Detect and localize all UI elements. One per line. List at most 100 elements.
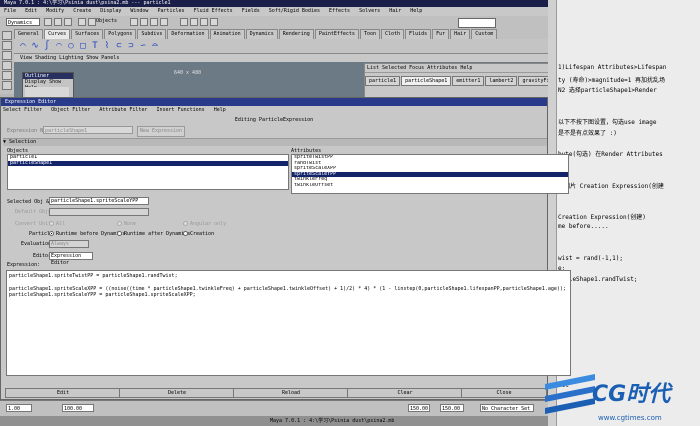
command-input[interactable] <box>458 18 496 28</box>
evaluation-select[interactable]: Always <box>49 240 89 248</box>
notepad-text[interactable]: 1)Lifespan Attributes>Lifespan ty (寿命)>ma… <box>556 64 700 394</box>
convert-none-radio[interactable] <box>117 221 122 226</box>
scale-tool-icon[interactable] <box>2 71 12 80</box>
runtime-before-radio[interactable] <box>49 231 54 236</box>
detach-curve-icon[interactable]: ⊃ <box>126 41 136 51</box>
shelf-tab-hair[interactable]: Hair <box>450 29 471 39</box>
shelf-tab-surfaces[interactable]: Surfaces <box>71 29 104 39</box>
square-curve-icon[interactable]: □ <box>78 41 88 51</box>
expression-text-area[interactable]: particleShape1.spriteTwistPP = particleS… <box>6 270 571 376</box>
selected-attr-field[interactable]: particleShape1.spriteScaleYPP <box>49 197 149 205</box>
menu-file[interactable]: File <box>4 8 16 14</box>
rebuild-curve-icon[interactable]: ⌇ <box>102 41 112 51</box>
ep-curve-icon[interactable]: ∿ <box>30 41 40 51</box>
save-scene-icon[interactable] <box>64 18 72 26</box>
select-mask-icon[interactable] <box>88 18 96 26</box>
animation-end-field[interactable]: 150.00 <box>440 404 464 412</box>
menu-help[interactable]: Help <box>410 8 422 14</box>
menu-fields[interactable]: Fields <box>242 8 260 14</box>
editor-select[interactable]: Expression Editor <box>49 252 93 266</box>
select-tool-icon[interactable] <box>2 31 12 40</box>
shelf-tab-fluids[interactable]: Fluids <box>405 29 432 39</box>
fillet-curve-icon[interactable]: ⌓ <box>150 41 160 51</box>
menu-solvers[interactable]: Solvers <box>359 8 380 14</box>
runtime-after-radio[interactable] <box>117 231 122 236</box>
snap-grid-icon[interactable] <box>130 18 138 26</box>
history-icon[interactable] <box>180 18 188 26</box>
ipr-render-icon[interactable] <box>200 18 208 26</box>
menu-set-select[interactable]: Dynamics <box>6 18 40 26</box>
menu-soft-rigid[interactable]: Soft/Rigid Bodies <box>269 8 320 14</box>
ae-tab-particle1[interactable]: particle1 <box>365 76 401 86</box>
panel-menu[interactable]: View Shading Lighting Show Panels <box>14 54 548 62</box>
ae-tab-particleshape1[interactable]: particleShape1 <box>401 76 452 86</box>
open-scene-icon[interactable] <box>54 18 62 26</box>
shelf-tab-general[interactable]: General <box>14 29 44 39</box>
menu-create[interactable]: Create <box>73 8 91 14</box>
shelf-tab-fur[interactable]: Fur <box>432 29 450 39</box>
reload-button[interactable]: Reload <box>233 388 349 398</box>
objects-list[interactable]: particle1 particleShape1 <box>7 154 289 190</box>
snap-view-icon[interactable] <box>160 18 168 26</box>
snap-curve-icon[interactable] <box>140 18 148 26</box>
attributes-list[interactable]: spriteTwistPP randTwist spriteScaleXPP s… <box>291 154 569 194</box>
ae-tab-lambert2[interactable]: lambert2 <box>485 76 518 86</box>
move-tool-icon[interactable] <box>2 51 12 60</box>
menu-select-filter[interactable]: Select Filter <box>3 107 42 113</box>
range-start-field[interactable]: 1.00 <box>6 404 32 412</box>
circle-curve-icon[interactable]: ○ <box>66 41 76 51</box>
menu-object-filter[interactable]: Object Filter <box>51 107 90 113</box>
playback-end-field[interactable]: 150.00 <box>408 404 430 412</box>
shelf-tab-cloth[interactable]: Cloth <box>380 29 405 39</box>
ae-tab-emitter1[interactable]: emitter1 <box>452 76 485 86</box>
convert-all-radio[interactable] <box>49 221 54 226</box>
creation-radio[interactable] <box>183 231 188 236</box>
offset-curve-icon[interactable]: ∽ <box>138 41 148 51</box>
close-button[interactable]: Close <box>461 388 547 398</box>
convert-angular-radio[interactable] <box>183 221 188 226</box>
shelf-tab-toon[interactable]: Toon <box>359 29 380 39</box>
snap-point-icon[interactable] <box>150 18 158 26</box>
range-end-field[interactable]: 100.00 <box>62 404 94 412</box>
shelf-tab-deformation[interactable]: Deformation <box>167 29 209 39</box>
menu-particles[interactable]: Particles <box>157 8 184 14</box>
attribute-item[interactable]: twinkleOffset <box>292 183 568 189</box>
arc-curve-icon[interactable]: ◠ <box>54 41 64 51</box>
default-object-field[interactable] <box>49 208 149 216</box>
render-globals-icon[interactable] <box>210 18 218 26</box>
shelf-tab-dynamics[interactable]: Dynamics <box>245 29 278 39</box>
pencil-curve-icon[interactable]: ∫ <box>42 41 52 51</box>
menu-hair[interactable]: Hair <box>389 8 401 14</box>
attach-curve-icon[interactable]: ⊂ <box>114 41 124 51</box>
new-scene-icon[interactable] <box>44 18 52 26</box>
character-set-select[interactable]: No Character Set <box>480 404 534 412</box>
render-icon[interactable] <box>190 18 198 26</box>
manipulator-tool-icon[interactable] <box>2 81 12 90</box>
menu-display[interactable]: Display <box>100 8 121 14</box>
taskbar-maya-item[interactable]: Maya 7.0.1 : 4:\学习\Psinia dust\psina2.mb <box>270 417 394 424</box>
shelf-tab-subdivs[interactable]: Subdivs <box>137 29 167 39</box>
menu-attribute-filter[interactable]: Attribute Filter <box>99 107 147 113</box>
shelf-tab-animation[interactable]: Animation <box>209 29 245 39</box>
shelf-tab-custom[interactable]: Custom <box>471 29 498 39</box>
menu-modify[interactable]: Modify <box>46 8 64 14</box>
selection-section-header[interactable]: ▼ Selection <box>3 138 547 146</box>
new-expression-button[interactable]: New Expression <box>137 126 185 137</box>
menu-edit[interactable]: Edit <box>25 8 37 14</box>
clear-button[interactable]: Clear <box>347 388 463 398</box>
menu-window[interactable]: Window <box>130 8 148 14</box>
shelf-tab-rendering[interactable]: Rendering <box>278 29 314 39</box>
rotate-tool-icon[interactable] <box>2 61 12 70</box>
shelf-tab-polygons[interactable]: Polygons <box>104 29 137 39</box>
lasso-tool-icon[interactable] <box>2 41 12 50</box>
object-item-selected[interactable]: particleShape1 <box>8 160 288 166</box>
delete-button[interactable]: Delete <box>119 388 235 398</box>
shelf-tab-painteffects[interactable]: PaintEffects <box>314 29 359 39</box>
text-curve-icon[interactable]: T <box>90 41 100 51</box>
shelf-tab-curves[interactable]: Curves <box>44 29 71 39</box>
select-mode-icon[interactable] <box>78 18 86 26</box>
menu-effects[interactable]: Effects <box>329 8 350 14</box>
menu-insert-functions[interactable]: Insert Functions <box>157 107 205 113</box>
attribute-editor-menu[interactable]: List Selected Focus Attributes Help <box>365 64 549 73</box>
cv-curve-icon[interactable]: ⌒ <box>18 41 28 51</box>
